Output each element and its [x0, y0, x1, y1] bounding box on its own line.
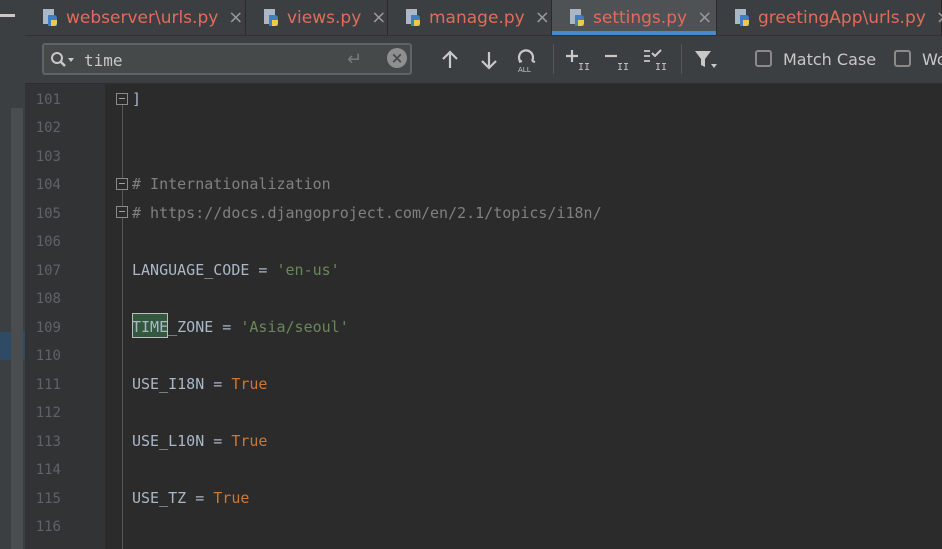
setting-name: LANGUAGE_CODE	[132, 261, 250, 279]
line-number: 116	[35, 519, 61, 535]
editor-tab-bar: webserver\urls.py × views.py × manage.py…	[25, 0, 942, 36]
words-checkbox[interactable]	[894, 50, 911, 67]
line-number: 110	[35, 348, 61, 364]
remove-selection-icon: II	[605, 54, 629, 72]
line-number: 109	[35, 320, 61, 336]
svg-text:ALL: ALL	[518, 66, 531, 73]
arrow-up-icon	[442, 50, 458, 68]
tab-manage[interactable]: manage.py ×	[388, 0, 552, 35]
assign-operator: =	[249, 261, 277, 279]
close-icon[interactable]: ×	[535, 7, 550, 28]
line-number: 112	[35, 405, 61, 421]
toolbar-separator	[553, 44, 554, 74]
select-all-icon: ALL	[517, 49, 536, 73]
python-file-icon	[264, 8, 278, 26]
close-icon[interactable]: ×	[228, 7, 243, 28]
checklist-icon: II	[644, 49, 667, 72]
python-file-icon	[570, 8, 584, 26]
left-scrollbar[interactable]	[11, 108, 23, 549]
tab-label: manage.py	[429, 7, 525, 28]
match-case-checkbox[interactable]	[755, 50, 772, 67]
setting-value: 'Asia/seoul'	[240, 318, 349, 336]
close-icon[interactable]: ×	[371, 7, 386, 28]
python-file-icon	[406, 8, 420, 26]
line-number: 113	[35, 434, 61, 450]
line-number: 103	[35, 149, 61, 165]
code-line-comment: # Internationalization	[132, 175, 331, 193]
line-number: 111	[35, 377, 61, 393]
toolbar-separator	[681, 44, 682, 74]
line-number: 106	[35, 234, 61, 250]
setting-value: 'en-us'	[276, 261, 340, 279]
line-number: 101	[35, 92, 61, 108]
search-box[interactable]: ↵ ×	[42, 43, 412, 75]
fold-guide	[122, 98, 123, 549]
setting-value: True	[231, 375, 268, 393]
filter-button[interactable]	[691, 45, 721, 75]
line-number: 104	[35, 177, 61, 193]
find-bar: ↵ × ALL II II II Match Case Wo	[25, 36, 942, 84]
fold-marker-icon[interactable]	[116, 93, 128, 105]
python-file-icon	[43, 8, 57, 26]
code-line: ]	[132, 90, 142, 108]
tab-label: greetingApp\urls.py	[758, 7, 926, 28]
line-number: 114	[35, 462, 61, 478]
setting-value: True	[231, 432, 268, 450]
remove-occurrence-button[interactable]: II	[602, 45, 632, 75]
words-label[interactable]: Wo	[922, 50, 942, 69]
assign-operator: =	[204, 432, 232, 450]
tab-label: settings.py	[593, 7, 688, 28]
add-occurrence-button[interactable]: II	[563, 45, 593, 75]
filter-icon	[695, 51, 717, 68]
search-input[interactable]	[84, 49, 324, 71]
line-number: 105	[35, 206, 61, 222]
next-occurrence-button[interactable]	[474, 45, 504, 75]
line-number: 107	[35, 263, 61, 279]
match-case-label[interactable]: Match Case	[783, 50, 876, 69]
setting-name: USE_TZ	[132, 489, 187, 507]
setting-name: USE_L10N	[132, 432, 205, 450]
tab-label: views.py	[287, 7, 362, 28]
left-tool-strip	[0, 0, 25, 549]
line-number: 108	[35, 291, 61, 307]
line-number: 115	[35, 491, 61, 507]
arrow-down-icon	[481, 52, 497, 70]
tab-webserver-urls[interactable]: webserver\urls.py ×	[25, 0, 246, 35]
assign-operator: =	[204, 375, 232, 393]
close-icon[interactable]: ×	[936, 7, 942, 28]
svg-text:II: II	[655, 62, 667, 72]
fold-marker-icon[interactable]	[116, 178, 128, 190]
tab-views[interactable]: views.py ×	[246, 0, 388, 35]
fold-marker-icon[interactable]	[116, 206, 128, 218]
assign-operator: =	[186, 489, 214, 507]
search-icon[interactable]	[50, 51, 76, 69]
tab-greetingapp-urls[interactable]: greetingApp\urls.py ×	[717, 0, 942, 35]
svg-text:II: II	[617, 62, 629, 72]
clear-icon[interactable]: ×	[387, 48, 407, 68]
enter-icon: ↵	[347, 49, 363, 70]
line-number: 102	[35, 120, 61, 136]
code-line-language-code: LANGUAGE_CODE = 'en-us'	[132, 261, 340, 279]
add-selection-icon: II	[566, 50, 590, 72]
code-line-time-zone: TIME_ZONE = 'Asia/seoul'	[132, 318, 349, 336]
code-line-comment: # https://docs.djangoproject.com/en/2.1/…	[132, 204, 602, 222]
select-all-checked-button[interactable]: II	[640, 45, 670, 75]
code-line-use-l10n: USE_L10N = True	[132, 432, 267, 450]
setting-name: TIME_ZONE	[132, 318, 214, 336]
line-number-gutter: 101 102 103 104 105 106 107 108 109 110 …	[25, 84, 105, 549]
setting-name: USE_I18N	[132, 375, 205, 393]
assign-operator: =	[213, 318, 241, 336]
previous-occurrence-button[interactable]	[435, 45, 465, 75]
setting-value: True	[213, 489, 250, 507]
close-icon[interactable]: ×	[697, 7, 712, 28]
python-file-icon	[735, 8, 749, 26]
code-line-use-tz: USE_TZ = True	[132, 489, 249, 507]
tab-label: webserver\urls.py	[66, 7, 219, 28]
collapse-icon[interactable]	[0, 14, 15, 17]
select-all-occurrences-button[interactable]: ALL	[512, 45, 542, 75]
tab-settings[interactable]: settings.py ×	[552, 0, 717, 35]
svg-text:II: II	[578, 62, 590, 72]
code-line-use-i18n: USE_I18N = True	[132, 375, 267, 393]
